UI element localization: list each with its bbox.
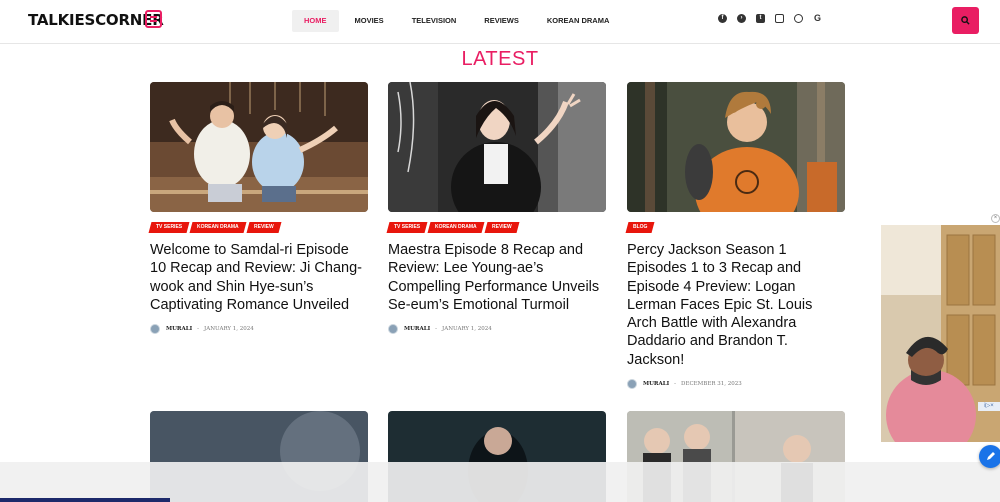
post-author[interactable]: MURALI [404, 326, 430, 332]
tag-korean-drama[interactable]: KOREAN DRAMA [427, 222, 485, 233]
nav-item-home[interactable]: HOME [292, 10, 339, 32]
post-thumbnail[interactable] [150, 82, 368, 212]
post-date: DECEMBER 31, 2023 [681, 381, 742, 388]
post-card[interactable]: BLOG Percy Jackson Season 1 Episodes 1 t… [625, 82, 845, 390]
post-card[interactable]: TV SERIES KOREAN DRAMA REVIEW Maestra Ep… [386, 82, 606, 335]
tag-tv-series[interactable]: TV SERIES [148, 222, 190, 233]
post-tags: TV SERIES KOREAN DRAMA REVIEW [386, 222, 606, 233]
social-links: f › t G [718, 14, 832, 23]
post-author[interactable]: MURALI [643, 381, 669, 387]
search-icon [961, 16, 970, 25]
logo-badge-icon [145, 10, 162, 28]
tag-korean-drama[interactable]: KOREAN DRAMA [189, 222, 247, 233]
bottom-progress-bar [0, 498, 170, 502]
tag-tv-series[interactable]: TV SERIES [386, 222, 428, 233]
post-meta: MURALI - DECEMBER 31, 2023 [627, 379, 845, 390]
post-card[interactable]: TV SERIES KOREAN DRAMA REVIEW Welcome to… [148, 82, 368, 335]
twitter-icon[interactable]: t [756, 14, 765, 23]
nav-item-movies[interactable]: MOVIES [343, 10, 396, 32]
nav-item-television[interactable]: TELEVISION [400, 10, 469, 32]
main-nav: HOME MOVIES TELEVISION REVIEWS KOREAN DR… [292, 10, 625, 32]
pencil-icon [987, 452, 995, 460]
post-tags: TV SERIES KOREAN DRAMA REVIEW [148, 222, 368, 233]
post-date: JANUARY 1, 2024 [204, 326, 254, 333]
post-date: JANUARY 1, 2024 [442, 326, 492, 333]
author-avatar[interactable] [388, 324, 398, 335]
google-icon[interactable]: G [813, 14, 822, 23]
meta-separator: - [435, 326, 438, 333]
telegram-icon[interactable]: › [737, 14, 746, 23]
meta-separator: - [674, 381, 677, 388]
bottom-overlay [0, 462, 1000, 502]
section-title: LATEST [461, 48, 539, 70]
instagram-icon[interactable] [775, 14, 784, 23]
post-title[interactable]: Percy Jackson Season 1 Episodes 1 to 3 R… [627, 241, 845, 369]
site-header: TALKIESCORNER HOME MOVIES TELEVISION REV… [0, 0, 1000, 44]
author-avatar[interactable] [627, 379, 637, 390]
site-logo[interactable]: TALKIESCORNER [28, 11, 164, 29]
tag-blog[interactable]: BLOG [625, 222, 655, 233]
search-button[interactable] [952, 7, 979, 34]
post-tags: BLOG [625, 222, 845, 233]
nav-item-korean-drama[interactable]: KOREAN DRAMA [535, 10, 622, 32]
post-thumbnail[interactable] [388, 82, 606, 212]
post-author[interactable]: MURALI [166, 326, 192, 332]
post-title[interactable]: Welcome to Samdal-ri Episode 10 Recap an… [150, 241, 368, 314]
post-meta: MURALI - JANUARY 1, 2024 [150, 324, 368, 335]
meta-separator: - [197, 326, 200, 333]
floating-edit-button[interactable] [979, 445, 1000, 468]
ad-badge-icon[interactable]: i▷× [978, 402, 1000, 411]
facebook-icon[interactable]: f [718, 14, 727, 23]
post-thumbnail[interactable] [627, 82, 845, 212]
nav-item-reviews[interactable]: REVIEWS [472, 10, 531, 32]
ad-close-button[interactable]: × [991, 214, 1000, 223]
whatsapp-icon[interactable] [794, 14, 803, 23]
tag-review[interactable]: REVIEW [484, 222, 520, 233]
tag-review[interactable]: REVIEW [246, 222, 282, 233]
post-meta: MURALI - JANUARY 1, 2024 [388, 324, 606, 335]
post-title[interactable]: Maestra Episode 8 Recap and Review: Lee … [388, 241, 606, 314]
author-avatar[interactable] [150, 324, 160, 335]
